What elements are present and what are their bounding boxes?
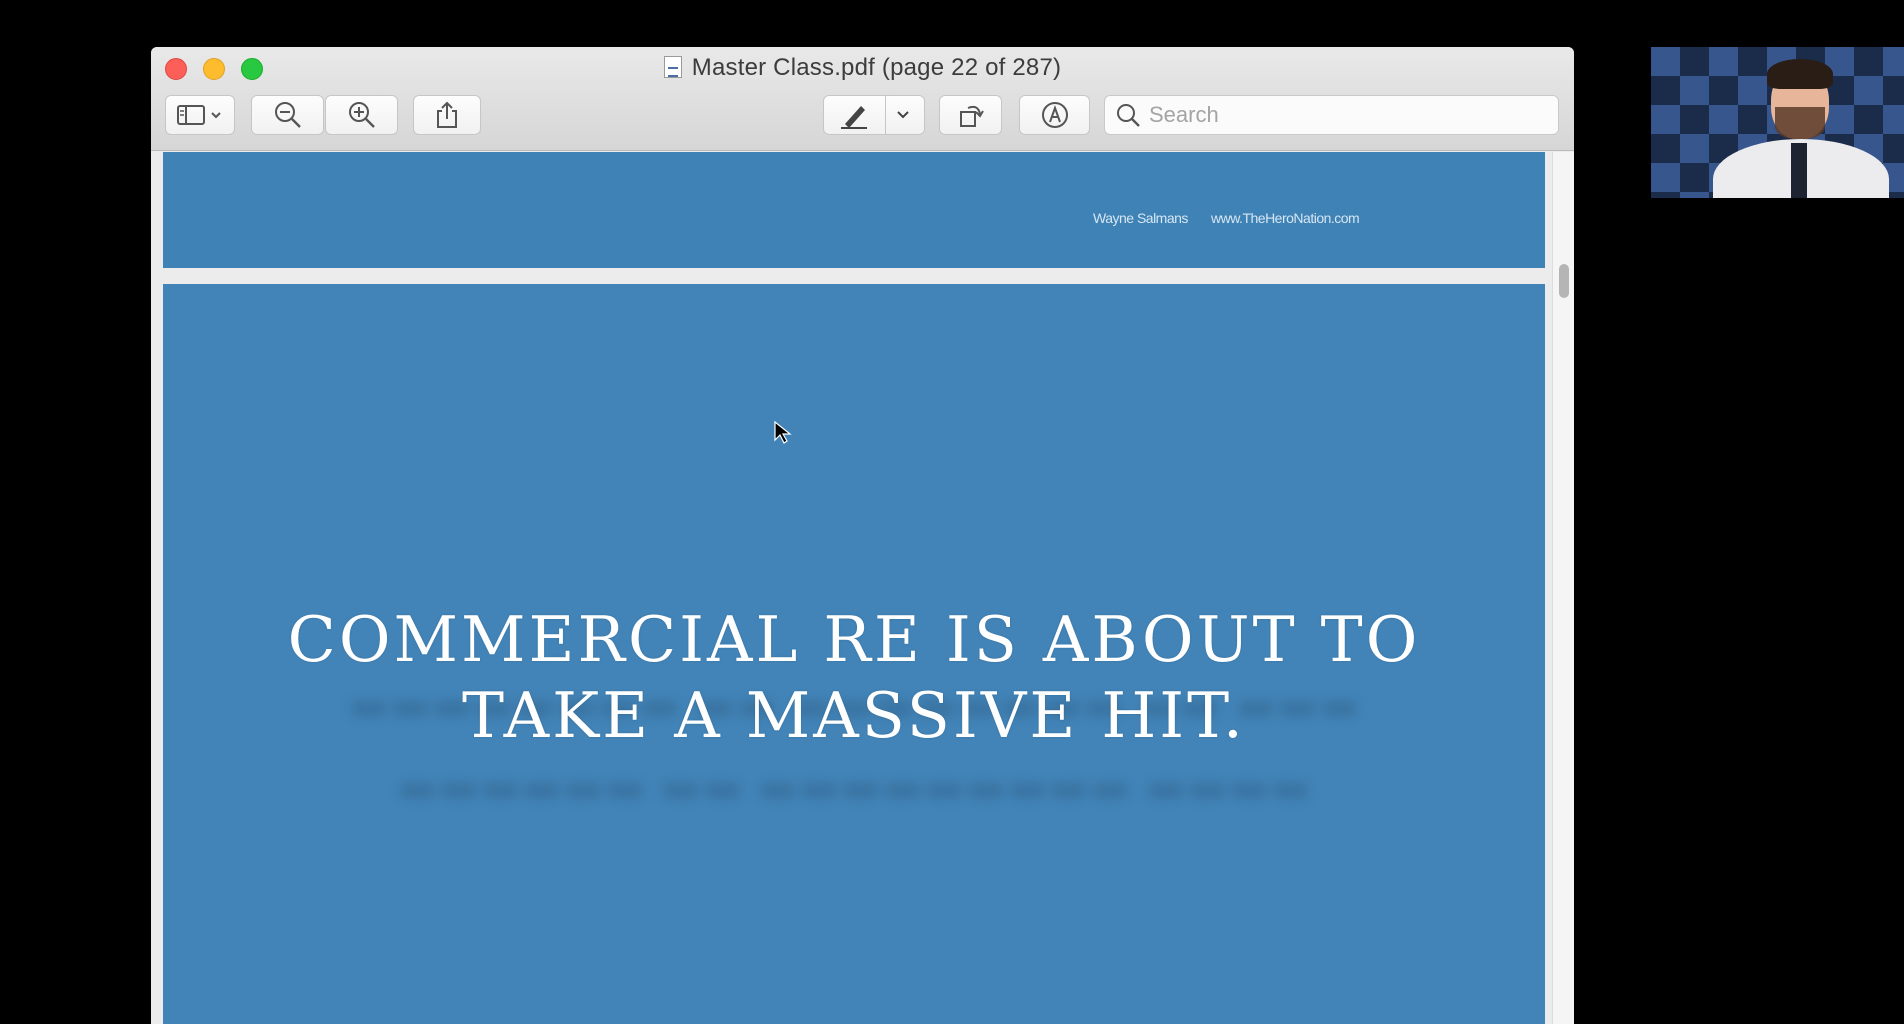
vertical-scrollbar[interactable] bbox=[1552, 152, 1574, 1024]
window-title-text: Master Class.pdf (page 22 of 287) bbox=[691, 54, 1062, 81]
page-footer-site: www.TheHeroNation.com bbox=[1211, 210, 1360, 226]
previous-page: Wayne Salmans www.TheHeroNation.com bbox=[163, 152, 1545, 268]
pdf-document-icon bbox=[663, 56, 682, 78]
sidebar-icon bbox=[177, 105, 221, 125]
webcam-overlay bbox=[1651, 47, 1904, 198]
search-field[interactable] bbox=[1104, 95, 1559, 135]
preview-window: Master Class.pdf (page 22 of 287) Search… bbox=[151, 47, 1574, 1024]
faded-background-text: ▬▬▬▬▬▬ ▬▬ ▬▬▬▬▬▬▬▬▬ ▬▬▬▬ bbox=[396, 762, 1312, 813]
mouse-cursor-icon bbox=[774, 420, 792, 444]
presenter-beard bbox=[1775, 107, 1825, 139]
page-footer-author: Wayne Salmans bbox=[1093, 210, 1188, 226]
markup-toolbar-button[interactable] bbox=[1019, 95, 1090, 135]
title-bar: Master Class.pdf (page 22 of 287) bbox=[151, 47, 1574, 151]
zoom-out-button[interactable] bbox=[251, 95, 324, 135]
window-title: Master Class.pdf (page 22 of 287) bbox=[151, 54, 1574, 82]
headline-line-1: COMMERCIAL RE IS ABOUT TO bbox=[287, 603, 1421, 676]
slide-headline: COMMERCIAL RE IS ABOUT TO TAKE A MASSIVE… bbox=[163, 602, 1545, 754]
toolbar-divider bbox=[884, 95, 886, 135]
zoom-in-icon bbox=[348, 102, 375, 128]
share-icon bbox=[437, 101, 457, 128]
sidebar-toggle-button[interactable] bbox=[165, 95, 235, 135]
search-input[interactable] bbox=[1149, 102, 1529, 128]
markup-icon bbox=[1041, 102, 1068, 128]
presenter-tie bbox=[1791, 143, 1807, 198]
document-view[interactable]: Wayne Salmans www.TheHeroNation.com ▬▬▬▬… bbox=[151, 152, 1574, 1024]
scrollbar-thumb[interactable] bbox=[1559, 264, 1569, 298]
rotate-button[interactable] bbox=[939, 95, 1002, 135]
pen-icon bbox=[840, 106, 867, 129]
rotate-icon bbox=[959, 105, 984, 127]
zoom-in-button[interactable] bbox=[325, 95, 398, 135]
zoom-out-icon bbox=[274, 102, 301, 128]
current-page: ▬▬▬▬▬▬▬▬ ▬▬ ▬▬▬▬▬▬▬▬ ▬▬ ▬▬▬ ▬▬▬▬▬▬ ▬▬ ▬▬… bbox=[163, 284, 1545, 1024]
search-icon bbox=[1117, 104, 1140, 127]
headline-line-2: TAKE A MASSIVE HIT. bbox=[462, 679, 1246, 752]
share-button[interactable] bbox=[413, 95, 481, 135]
presenter-hair bbox=[1767, 59, 1833, 89]
markup-pen-button[interactable] bbox=[823, 95, 925, 135]
chevron-down-icon[interactable] bbox=[894, 106, 912, 124]
